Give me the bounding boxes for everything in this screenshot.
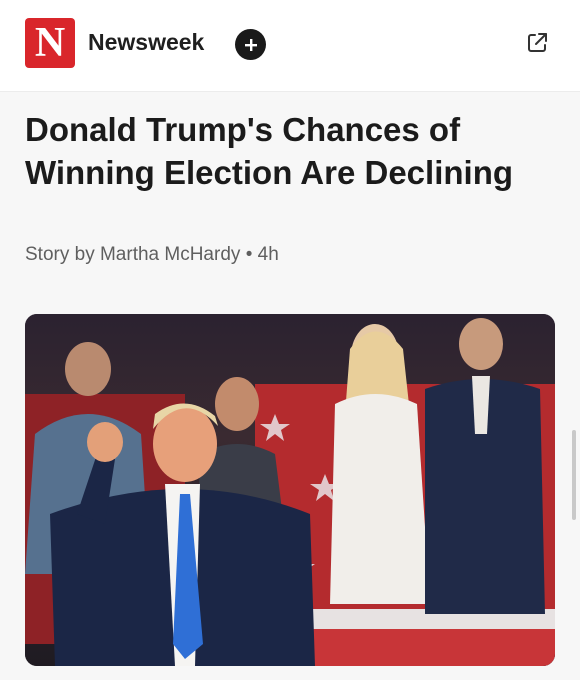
article-byline: Story by Martha McHardy • 4h bbox=[25, 244, 279, 266]
scrollbar-thumb[interactable] bbox=[572, 430, 576, 520]
article-content: Donald Trump's Chances of Winning Electi… bbox=[0, 92, 580, 680]
app-header: N Newsweek bbox=[0, 0, 580, 92]
logo-letter: N bbox=[34, 20, 66, 66]
follow-button[interactable] bbox=[235, 29, 266, 60]
article-headline[interactable]: Donald Trump's Chances of Winning Electi… bbox=[25, 108, 555, 194]
article-photo[interactable] bbox=[25, 314, 555, 666]
plus-circle-icon bbox=[244, 38, 257, 51]
newsweek-logo[interactable]: N bbox=[25, 18, 75, 68]
byline-author: Story by Martha McHardy bbox=[25, 244, 241, 265]
byline-age: 4h bbox=[257, 244, 279, 265]
share-button[interactable] bbox=[525, 31, 549, 55]
article-photo-illustration bbox=[25, 314, 555, 666]
external-link-icon bbox=[528, 33, 547, 52]
byline-separator: • bbox=[245, 244, 253, 265]
publisher-name[interactable]: Newsweek bbox=[88, 29, 204, 56]
